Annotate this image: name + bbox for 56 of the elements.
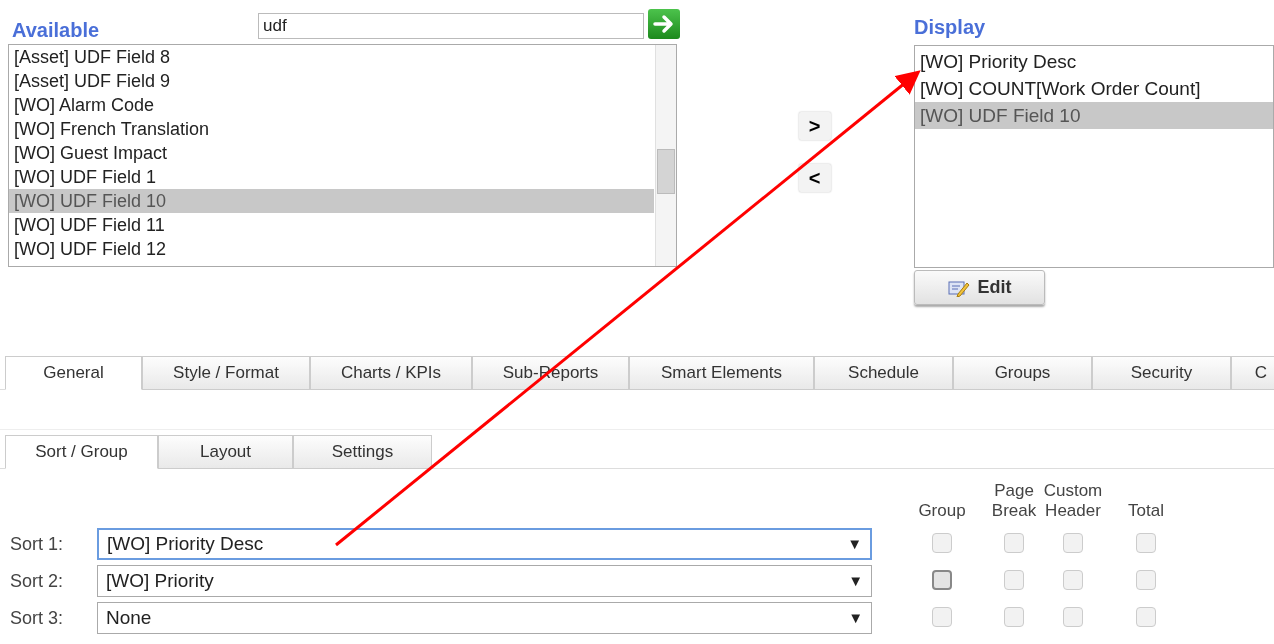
sort-label: Sort 1: <box>9 532 65 556</box>
list-item[interactable]: [Asset] UDF Field 9 <box>9 69 654 93</box>
scrollbar[interactable] <box>655 45 676 266</box>
available-title: Available <box>11 18 101 42</box>
checkbox[interactable] <box>1004 570 1024 590</box>
list-item[interactable]: [WO] UDF Field 10 <box>9 189 654 213</box>
column-header: Page Break <box>991 481 1037 521</box>
sort-dropdown[interactable]: [WO] Priority Desc ▼ <box>97 528 872 560</box>
list-item[interactable]: [WO] Guest Impact <box>9 141 654 165</box>
display-title: Display <box>914 15 987 40</box>
checkbox[interactable] <box>1004 607 1024 627</box>
search-go-button[interactable] <box>648 9 680 39</box>
tab[interactable]: C <box>1231 356 1274 390</box>
checkbox[interactable] <box>1063 570 1083 590</box>
column-header: Total <box>1128 501 1164 521</box>
tab[interactable]: Style / Format <box>142 356 310 390</box>
list-item[interactable]: [WO] Priority Desc <box>915 48 1273 75</box>
checkbox[interactable] <box>1004 533 1024 553</box>
sort-label: Sort 2: <box>9 569 65 593</box>
list-item[interactable]: [WO] French Translation <box>9 117 654 141</box>
checkbox[interactable] <box>1136 570 1156 590</box>
remove-button[interactable]: < <box>798 164 831 192</box>
tab[interactable]: Schedule <box>814 356 953 390</box>
sort-label: Sort 3: <box>9 606 65 630</box>
tab[interactable]: Security <box>1092 356 1231 390</box>
edit-button[interactable]: Edit <box>914 270 1045 305</box>
column-header: Custom Header <box>1043 481 1103 521</box>
sort-dropdown[interactable]: None ▼ <box>97 602 872 634</box>
tab[interactable]: Groups <box>953 356 1092 390</box>
list-item[interactable]: [WO] Alarm Code <box>9 93 654 117</box>
list-item[interactable]: [WO] UDF Field 11 <box>9 213 654 237</box>
tab[interactable]: Settings <box>293 435 432 469</box>
tab[interactable]: General <box>5 356 142 390</box>
list-item[interactable]: [WO] UDF Field 10 <box>915 102 1273 129</box>
checkbox[interactable] <box>1063 607 1083 627</box>
scrollbar-thumb[interactable] <box>657 149 675 194</box>
list-item[interactable]: [Asset] UDF Field 8 <box>9 45 654 69</box>
list-item[interactable]: [WO] UDF Field 1 <box>9 165 654 189</box>
edit-icon <box>947 278 970 297</box>
tab[interactable]: Charts / KPIs <box>310 356 472 390</box>
add-button[interactable]: > <box>798 112 831 140</box>
list-item[interactable]: [WO] COUNT[Work Order Count] <box>915 75 1273 102</box>
checkbox[interactable] <box>932 607 952 627</box>
checkbox[interactable] <box>1136 533 1156 553</box>
sort-dropdown[interactable]: [WO] Priority ▼ <box>97 565 872 597</box>
arrow-right-icon <box>653 14 675 34</box>
search-field[interactable]: udf <box>258 13 644 39</box>
tab[interactable]: Smart Elements <box>629 356 814 390</box>
tab[interactable]: Layout <box>158 435 293 469</box>
tab[interactable]: Sort / Group <box>5 435 158 469</box>
checkbox[interactable] <box>1063 533 1083 553</box>
checkbox[interactable] <box>932 533 952 553</box>
column-header: Group <box>918 501 966 521</box>
list-item[interactable]: [WO] UDF Field 12 <box>9 237 654 261</box>
checkbox[interactable] <box>1136 607 1156 627</box>
checkbox[interactable] <box>932 570 952 590</box>
